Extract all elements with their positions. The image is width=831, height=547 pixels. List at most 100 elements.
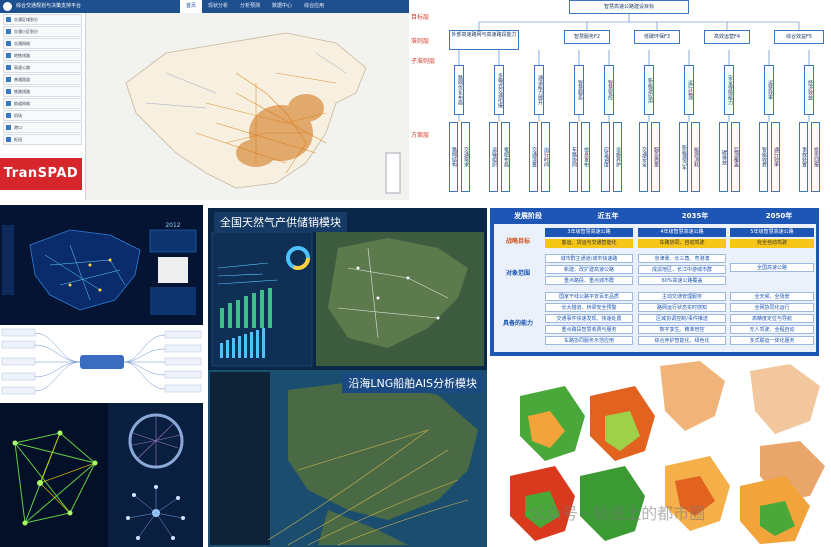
tab-forecast[interactable]: 分析预测 bbox=[234, 0, 266, 13]
criterion-node: 外部高速路网与高速路段能力 bbox=[449, 30, 519, 50]
year-label: 2012 bbox=[165, 222, 180, 229]
subcriterion-node: 智慧管控 bbox=[604, 65, 614, 115]
table-cell: 全网协同化运行 bbox=[730, 303, 814, 312]
lng-module-title: 沿海LNG船舶AIS分析模块 bbox=[342, 373, 483, 393]
row-label: 对象范围 bbox=[505, 270, 530, 277]
subcriterion-node: 安全保障能力 bbox=[724, 65, 734, 115]
table-cell: 车路协同、自动驾驶 bbox=[638, 239, 726, 248]
sidebar-item[interactable]: 交通小区划分 bbox=[3, 26, 82, 37]
option-node: 信息发布 bbox=[581, 122, 590, 192]
option-node: 新能源汽车 bbox=[679, 122, 688, 192]
subcriterion-node: 运营效率 bbox=[764, 65, 774, 115]
table-cell: 城市群主通道/城市快速路 bbox=[545, 254, 633, 263]
option-node: 枢纽布局 bbox=[501, 122, 510, 192]
top-tabs: 首页 现状分析 分析预测 数据中心 综合应用 bbox=[180, 0, 330, 13]
option-node: 车路协同 bbox=[569, 122, 578, 192]
app-title: 综合交通规划与决策支持平台 bbox=[16, 3, 82, 9]
tab-apps[interactable]: 综合应用 bbox=[298, 0, 330, 13]
option-node: 智能收费 bbox=[759, 122, 768, 192]
criterion-node: 低碳环保F3 bbox=[634, 30, 680, 44]
option-node: 通行效率 bbox=[771, 122, 780, 192]
roadmap-table: 发展阶段 近五年 2035年 2050年 战略目标 对象范围 具备的能力 3年级… bbox=[490, 208, 819, 356]
table-cell: 车路协同服务示范应用 bbox=[545, 336, 633, 345]
option-node: 事故处置 bbox=[799, 122, 808, 192]
option-node: 交通流量 bbox=[529, 122, 538, 192]
option-node: 应急调度 bbox=[601, 122, 610, 192]
sidebar-item[interactable]: 枢纽 bbox=[3, 134, 82, 145]
option-node: 服务质量 bbox=[651, 122, 660, 192]
table-cell: 路网运行状态实时感知 bbox=[638, 303, 726, 312]
row-label: 具备的能力 bbox=[502, 320, 533, 327]
table-cell: 数字孪生、精准管控 bbox=[638, 325, 726, 334]
table-cell: 重点路段智慧收费与服务 bbox=[545, 325, 633, 334]
table-header: 2035年 bbox=[681, 212, 709, 220]
table-cell: 综合养护智能化、绿色化 bbox=[638, 336, 726, 345]
tab-status[interactable]: 现状分析 bbox=[202, 0, 234, 13]
lng-map-graphic bbox=[208, 370, 487, 547]
option-node: 交通安全 bbox=[639, 122, 648, 192]
sidebar-item[interactable]: 铁路线路 bbox=[3, 86, 82, 97]
table-cell: 3年级智慧高速公路 bbox=[545, 228, 633, 237]
transpad-logo: TranSPAD bbox=[0, 158, 82, 190]
gas-supply-dashboard: 全国天然气产供储销模块 bbox=[208, 208, 487, 370]
table-cell: 区域协调控制/事件推送 bbox=[638, 314, 726, 323]
table-cell: 多式联运一体化服务 bbox=[730, 336, 814, 345]
table-cell: 无人驾驶、全程自动 bbox=[730, 325, 814, 334]
subcriterion-node: 新能源应用 bbox=[644, 65, 654, 115]
table-cell: 全国高速公路 bbox=[730, 263, 814, 272]
option-node: 交通需求 bbox=[461, 122, 470, 192]
criterion-node: 智慧服务F2 bbox=[564, 30, 610, 44]
sidebar-item[interactable]: 交通网络 bbox=[3, 38, 82, 49]
table-cell: 新建、改扩建高速公路 bbox=[545, 265, 633, 274]
subcriterion-node: 路网优化布局 bbox=[454, 65, 464, 115]
option-node: 出行时间 bbox=[541, 122, 550, 192]
app-header: 综合交通规划与决策支持平台 首页 现状分析 分析预测 数据中心 综合应用 bbox=[0, 0, 409, 13]
subcriterion-node: 运行监测 bbox=[684, 65, 694, 115]
tab-home[interactable]: 首页 bbox=[180, 0, 203, 13]
table-header: 发展阶段 bbox=[514, 212, 542, 220]
table-cell: 60%高速公路覆盖 bbox=[638, 276, 726, 285]
mind-map-diagram bbox=[0, 325, 203, 403]
watermark: 公众号 · 轨道上的都市圈 bbox=[530, 504, 706, 523]
subcriterion-node: 智慧服务 bbox=[574, 65, 584, 115]
chord-and-star-graphs bbox=[108, 403, 203, 547]
table-cell: 京津冀、长三角、粤港澳 bbox=[638, 254, 726, 263]
lng-ais-dashboard: 沿海LNG船舶AIS分析模块 bbox=[208, 370, 487, 547]
table-cell: 5年级智慧高速公路 bbox=[730, 228, 814, 237]
china-network-map[interactable] bbox=[86, 13, 409, 200]
sidebar-item[interactable]: 地铁线路 bbox=[3, 50, 82, 61]
option-node: 碳排放 bbox=[719, 122, 728, 192]
table-cell: 重点路段、重点城市群 bbox=[545, 276, 633, 285]
table-cell: 全天候、全场景 bbox=[730, 292, 814, 301]
table-cell: 长大隧道、桥梁安全预警 bbox=[545, 303, 633, 312]
subcriterion-node: 多模式交通衔接 bbox=[494, 65, 504, 115]
sidebar-item[interactable]: 港口 bbox=[3, 122, 82, 133]
sidebar-item[interactable]: 航道网络 bbox=[3, 98, 82, 109]
table-cell: 客运、货运与交通智能化 bbox=[545, 239, 633, 248]
gas-dashboard-graphic bbox=[208, 208, 487, 370]
root-node: 智慧高速公路建设目标 bbox=[569, 0, 689, 14]
sidebar-item[interactable]: 机场 bbox=[3, 110, 82, 121]
option-node: 路网结构 bbox=[449, 122, 458, 192]
table-cell: 4年级智慧高速公路 bbox=[638, 228, 726, 237]
platform-logo-icon bbox=[3, 2, 12, 11]
table-cell: 国家干线公路平安百年品质 bbox=[545, 292, 633, 301]
sidebar-item[interactable]: 交通区域划分 bbox=[3, 14, 82, 25]
transpad-map-panel: 综合交通规划与决策支持平台 首页 现状分析 分析预测 数据中心 综合应用 交通区… bbox=[0, 0, 409, 200]
table-header: 2050年 bbox=[765, 212, 793, 220]
sidebar-item[interactable]: 高速公路 bbox=[3, 62, 82, 73]
table-cell: 交通事件快速发现、快速处置 bbox=[545, 314, 633, 323]
subcriterion-node: 通道能力提升 bbox=[534, 65, 544, 115]
dark-network-dashboard: 2012 bbox=[0, 205, 203, 325]
table-cell: 完全自动驾驶 bbox=[730, 239, 814, 248]
option-node: 设施养护 bbox=[613, 122, 622, 192]
subcriterion-node: 经济效益 bbox=[804, 65, 814, 115]
option-node: 能源消耗 bbox=[691, 122, 700, 192]
criterion-node: 综合效益F5 bbox=[774, 30, 824, 44]
row-label: 战略目标 bbox=[505, 238, 530, 245]
table-cell: 高精度定位与导航 bbox=[730, 314, 814, 323]
flow-network-graph bbox=[0, 403, 108, 547]
table-header: 近五年 bbox=[597, 212, 619, 220]
tab-data[interactable]: 数据中心 bbox=[266, 0, 298, 13]
sidebar-item[interactable]: 普通国道 bbox=[3, 74, 82, 85]
